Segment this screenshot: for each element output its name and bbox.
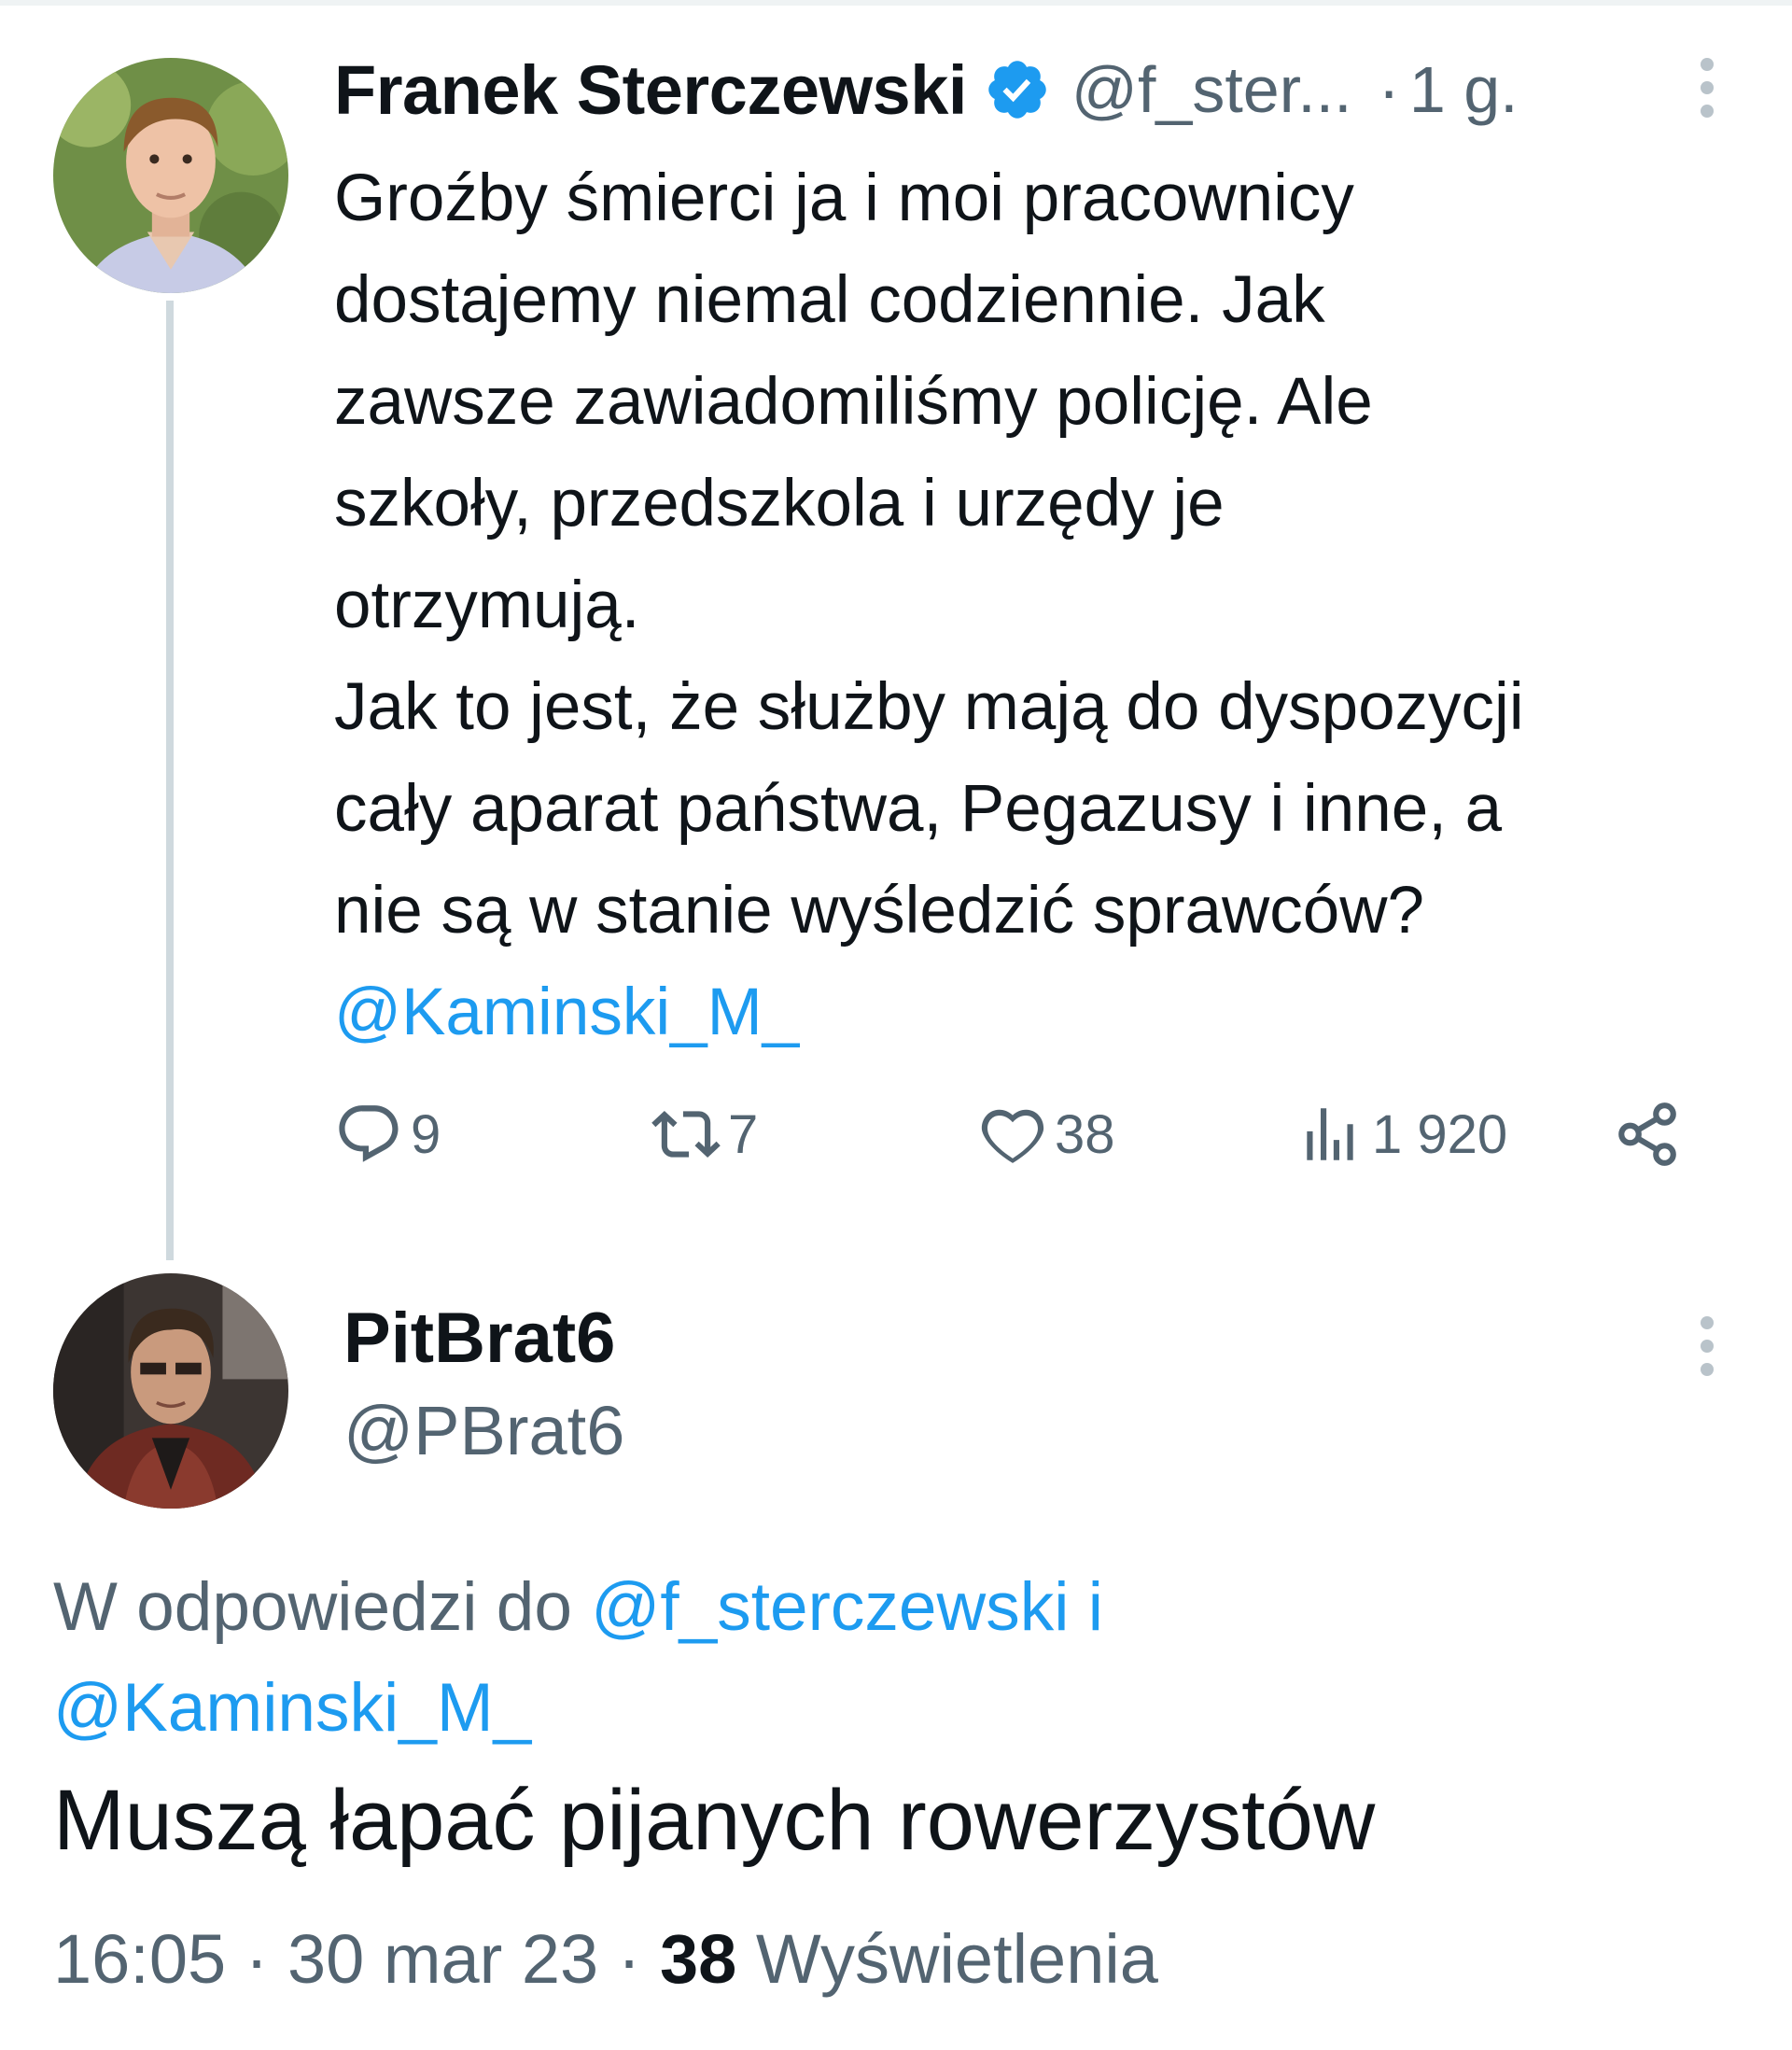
more-vertical-icon[interactable] [1693, 58, 1721, 118]
tweet-text-line: dostajemy niemal codziennie. Jak [334, 263, 1325, 337]
reply-count: 9 [411, 1103, 441, 1165]
reply-views-count: 38 [659, 1920, 737, 1998]
tweet-time[interactable]: 1 g. [1409, 52, 1519, 127]
replying-to: W odpowiedzi do @f_sterczewski i @Kamins… [53, 1557, 1640, 1759]
reply-views-label: Wyświetlenia [755, 1920, 1158, 1998]
reply-author-name[interactable]: PitBrat6 [343, 1298, 615, 1379]
tweet-text-line: szkoły, przedszkola i urzędy je [334, 467, 1225, 541]
verified-badge-icon [988, 61, 1046, 119]
more-vertical-icon[interactable] [1693, 1316, 1721, 1376]
mention-link[interactable]: @Kaminski_M_ [53, 1670, 531, 1746]
retweet-button[interactable]: 7 [651, 1092, 758, 1176]
share-icon [1618, 1102, 1676, 1166]
reply-icon [339, 1105, 399, 1162]
reply-button[interactable]: 9 [334, 1092, 441, 1176]
reply-time[interactable]: 16:05 [53, 1920, 226, 1998]
tweet-text-line: Groźby śmierci ja i moi pracownicy [334, 161, 1354, 235]
separator-dot: · [1378, 53, 1400, 126]
separator-dot: · [617, 1920, 641, 1998]
replying-prefix: W odpowiedzi do [53, 1569, 572, 1645]
tweet-header: Franek Sterczewski @f_ster... · 1 g. [334, 50, 1519, 130]
views-button[interactable]: 1 920 [1295, 1092, 1507, 1176]
replying-conjunction: i [1087, 1569, 1103, 1645]
top-divider [0, 0, 1792, 6]
tweet-text: Groźby śmierci ja i moi pracownicy dosta… [334, 147, 1753, 1063]
tweet-text-line: zawsze zawiadomiliśmy policję. Ale [334, 365, 1373, 439]
reply-meta: 16:05 · 30 mar 23 · 38 Wyświetlenia [53, 1919, 1158, 1999]
like-icon [981, 1109, 1044, 1163]
author-name[interactable]: Franek Sterczewski [334, 50, 967, 130]
author-handle[interactable]: @f_ster... [1071, 52, 1352, 127]
tweet-text-line: Jak to jest, że służby mają do dyspozycj… [334, 670, 1524, 744]
retweet-icon [651, 1110, 721, 1158]
tweet-text-line: cały aparat państwa, Pegazusy i inne, a [334, 772, 1503, 846]
views-count: 1 920 [1372, 1103, 1508, 1165]
views-icon [1307, 1108, 1353, 1160]
reply-author-avatar[interactable] [53, 1273, 288, 1509]
share-button[interactable] [1613, 1092, 1689, 1176]
thread-connector-line [166, 301, 174, 1260]
reply-text: Muszą łapać pijanych rowerzystów [53, 1773, 1376, 1868]
mention-link[interactable]: @f_sterczewski [591, 1569, 1069, 1645]
tweet-text-line: nie są w stanie wyśledzić sprawców? [334, 874, 1425, 948]
author-avatar[interactable] [53, 58, 288, 293]
tweet-text-line: otrzymują. [334, 569, 640, 642]
reply-date[interactable]: 30 mar 23 [287, 1920, 598, 1998]
like-button[interactable]: 38 [978, 1092, 1115, 1176]
separator-dot: · [245, 1920, 269, 1998]
mention-link[interactable]: @Kaminski_M_ [334, 976, 799, 1049]
retweet-count: 7 [728, 1103, 759, 1165]
tweet-actions: 9 7 38 1 920 [334, 1092, 1706, 1176]
like-count: 38 [1055, 1103, 1115, 1165]
reply-author-handle[interactable]: @PBrat6 [343, 1391, 624, 1470]
